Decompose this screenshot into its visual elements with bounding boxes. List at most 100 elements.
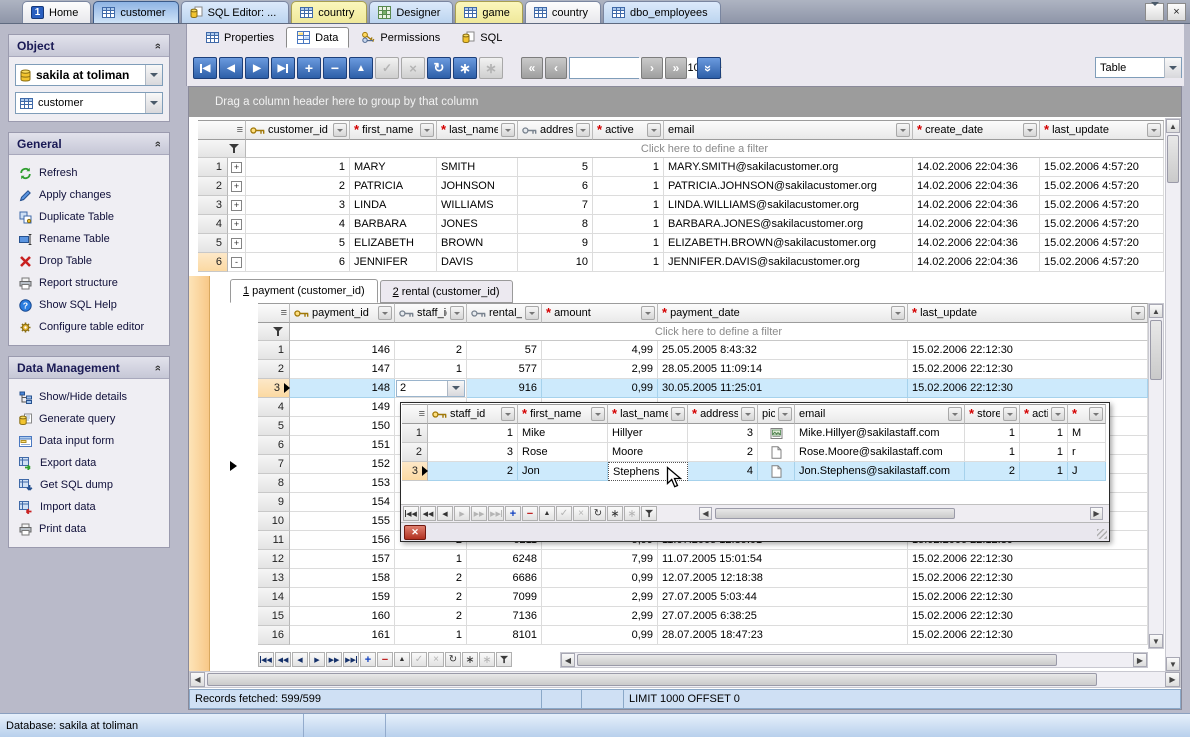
cell-address_id[interactable]: 8 bbox=[518, 215, 593, 234]
row-number-cell[interactable]: 2 bbox=[198, 177, 228, 196]
cell-picture[interactable] bbox=[758, 424, 795, 443]
sidebar-item-export-data[interactable]: Export data bbox=[15, 452, 163, 474]
nav-set-filter-button[interactable]: ∗ bbox=[462, 652, 478, 667]
cell-payment_date[interactable]: 11.07.2005 15:01:54 bbox=[658, 550, 908, 569]
cell-store_id[interactable]: 1 bbox=[965, 443, 1020, 462]
nav-edit-button[interactable]: ▲ bbox=[539, 506, 555, 521]
sidebar-item-show-sql-help[interactable]: ?Show SQL Help bbox=[15, 294, 163, 316]
panel-header[interactable]: Data Management» bbox=[9, 357, 169, 379]
page-size-spinner[interactable]: ▲▼ bbox=[569, 57, 639, 79]
scroll-right-icon[interactable]: ▶ bbox=[1090, 507, 1103, 520]
row-expand-cell[interactable]: + bbox=[228, 215, 246, 234]
row-number-cell[interactable]: 5 bbox=[258, 417, 290, 436]
column-filter-dropdown[interactable] bbox=[1089, 407, 1103, 421]
nav-prior-button[interactable]: ◀ bbox=[292, 652, 308, 667]
cell-payment_id[interactable]: 159 bbox=[290, 588, 395, 607]
delete-record-button[interactable]: − bbox=[323, 57, 347, 79]
nav-next-button[interactable]: ▶ bbox=[309, 652, 325, 667]
cell-first_name[interactable]: BARBARA bbox=[350, 215, 437, 234]
cell-customer_id[interactable]: 5 bbox=[246, 234, 350, 253]
fetch-all-button[interactable]: » bbox=[697, 57, 721, 79]
sidebar-item-show-hide-details[interactable]: Show/Hide details bbox=[15, 386, 163, 408]
grid-corner-cell[interactable]: ≡ bbox=[402, 404, 428, 424]
last-record-button[interactable]: ▶ bbox=[271, 57, 295, 79]
cell-first_name[interactable]: JENNIFER bbox=[350, 253, 437, 272]
column-header-first_name[interactable]: *first_name bbox=[350, 120, 437, 140]
grid-corner-cell[interactable]: ≡ bbox=[198, 120, 246, 140]
insert-record-button[interactable]: + bbox=[297, 57, 321, 79]
cell-payment_id[interactable]: 160 bbox=[290, 607, 395, 626]
cell-amount[interactable]: 2,99 bbox=[542, 607, 658, 626]
table-row[interactable]: 15160271362,9927.07.2005 6:38:2515.02.20… bbox=[258, 607, 1148, 626]
column-filter-dropdown[interactable] bbox=[1003, 407, 1017, 421]
scroll-right-icon[interactable]: ▶ bbox=[1165, 672, 1180, 687]
row-number-cell[interactable]: 1 bbox=[402, 424, 428, 443]
row-number-cell[interactable]: 9 bbox=[258, 493, 290, 512]
row-number-cell[interactable]: 1 bbox=[258, 341, 290, 360]
cell-amount[interactable]: 7,99 bbox=[542, 550, 658, 569]
cell-customer_id[interactable]: 2 bbox=[246, 177, 350, 196]
column-header-active[interactable]: *active bbox=[1020, 404, 1068, 424]
document-tab-sql-editor-[interactable]: SQL Editor: ... bbox=[181, 1, 290, 23]
scroll-down-icon[interactable]: ▼ bbox=[1149, 634, 1163, 648]
cell-last_update[interactable]: 15.02.2006 22:12:30 bbox=[908, 550, 1148, 569]
cell-active[interactable]: 1 bbox=[1020, 424, 1068, 443]
first-page-button[interactable]: « bbox=[521, 57, 543, 79]
cell-payment_id[interactable]: 161 bbox=[290, 626, 395, 645]
row-number-cell[interactable]: 6 bbox=[198, 253, 228, 272]
column-header-address_id[interactable]: *address_id bbox=[688, 404, 758, 424]
view-mode-dropdown[interactable] bbox=[1164, 58, 1181, 78]
cell-create_date[interactable]: 14.02.2006 22:04:36 bbox=[913, 234, 1040, 253]
nav-last-button[interactable]: ▶▶ bbox=[343, 652, 359, 667]
group-by-bar[interactable]: Drag a column header here to group by th… bbox=[189, 87, 1181, 117]
column-header-rental_id[interactable]: rental_id bbox=[467, 303, 542, 323]
row-number-cell[interactable]: 12 bbox=[258, 550, 290, 569]
column-header-email[interactable]: email bbox=[795, 404, 965, 424]
cell-payment_id[interactable]: 151 bbox=[290, 436, 395, 455]
cell-staff_id[interactable]: 1 bbox=[428, 424, 518, 443]
cell-amount[interactable]: 2,99 bbox=[542, 360, 658, 379]
cell-last_update[interactable]: 15.02.2006 4:57:20 bbox=[1040, 253, 1164, 272]
cell-rental_id[interactable]: 577 bbox=[467, 360, 542, 379]
scroll-up-icon[interactable]: ▲ bbox=[1166, 119, 1180, 133]
cell-create_date[interactable]: 14.02.2006 22:04:36 bbox=[913, 158, 1040, 177]
column-header-store_id[interactable]: *store_id bbox=[965, 404, 1020, 424]
nav-delete-button[interactable]: − bbox=[377, 652, 393, 667]
row-number-cell[interactable]: 4 bbox=[258, 398, 290, 417]
row-number-cell[interactable]: 15 bbox=[258, 607, 290, 626]
column-header-create_date[interactable]: *create_date bbox=[913, 120, 1040, 140]
row-expand-cell[interactable]: - bbox=[228, 253, 246, 272]
column-filter-dropdown[interactable] bbox=[1051, 407, 1065, 421]
cell-first_name[interactable]: ELIZABETH bbox=[350, 234, 437, 253]
row-number-cell[interactable]: 7 bbox=[258, 455, 290, 474]
table-row[interactable]: 4+4BARBARAJONES81BARBARA.JONES@sakilacus… bbox=[198, 215, 1164, 234]
table-row[interactable]: 3+3LINDAWILLIAMS71LINDA.WILLIAMS@sakilac… bbox=[198, 196, 1164, 215]
row-number-cell[interactable]: 11 bbox=[258, 531, 290, 550]
sidebar-item-refresh[interactable]: Refresh bbox=[15, 162, 163, 184]
row-number-cell[interactable]: 6 bbox=[258, 436, 290, 455]
table-row[interactable]: 12157162487,9911.07.2005 15:01:5415.02.2… bbox=[258, 550, 1148, 569]
column-filter-dropdown[interactable] bbox=[647, 123, 661, 137]
table-row[interactable]: 13158266860,9912.07.2005 12:18:3815.02.2… bbox=[258, 569, 1148, 588]
row-number-cell[interactable]: 3 bbox=[402, 462, 428, 481]
nav-insert-button[interactable]: + bbox=[360, 652, 376, 667]
column-filter-dropdown[interactable] bbox=[525, 306, 539, 320]
nav-delete-button[interactable]: − bbox=[522, 506, 538, 521]
cell-staff_id[interactable]: 2 bbox=[395, 341, 467, 360]
column-header-payment_date[interactable]: *payment_date bbox=[658, 303, 908, 323]
column-filter-dropdown[interactable] bbox=[378, 306, 392, 320]
cell-rental_id[interactable]: 57 bbox=[467, 341, 542, 360]
cell-staff_id[interactable]: 2 bbox=[395, 379, 467, 398]
table-row[interactable]: 214715772,9928.05.2005 11:09:1415.02.200… bbox=[258, 360, 1148, 379]
cell-email[interactable]: Mike.Hillyer@sakilastaff.com bbox=[795, 424, 965, 443]
scroll-left-icon[interactable]: ◀ bbox=[699, 507, 712, 520]
column-filter-dropdown[interactable] bbox=[896, 123, 910, 137]
row-expand-toggle[interactable]: + bbox=[231, 200, 242, 211]
cell-payment_id[interactable]: 148 bbox=[290, 379, 395, 398]
nav-refresh-button[interactable]: ↻ bbox=[445, 652, 461, 667]
cell-customer_id[interactable]: 6 bbox=[246, 253, 350, 272]
cell-staff_id[interactable]: 1 bbox=[395, 360, 467, 379]
cell-payment_date[interactable]: 28.05.2005 11:09:14 bbox=[658, 360, 908, 379]
row-expand-toggle[interactable]: + bbox=[231, 162, 242, 173]
table-combobox-dropdown[interactable] bbox=[145, 93, 162, 113]
